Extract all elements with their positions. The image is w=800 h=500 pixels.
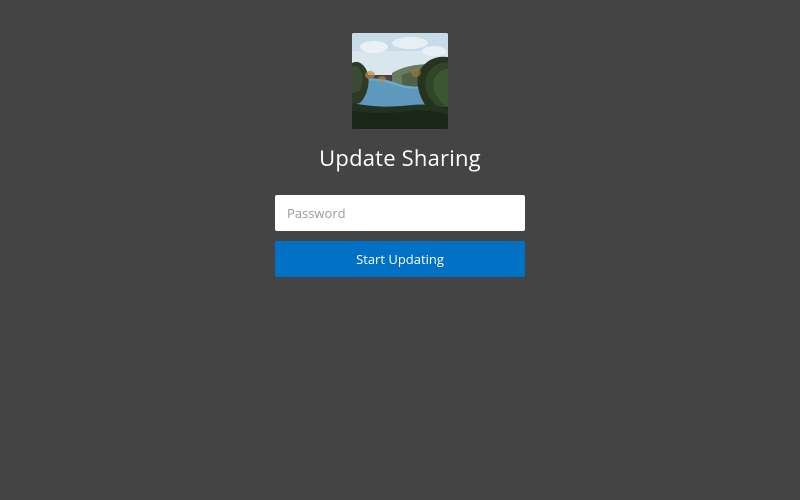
password-input[interactable] — [275, 195, 525, 231]
start-updating-button[interactable]: Start Updating — [275, 241, 525, 277]
update-form: Start Updating — [275, 195, 525, 277]
page-title: Update Sharing — [319, 143, 481, 173]
thumbnail-image — [352, 33, 448, 129]
